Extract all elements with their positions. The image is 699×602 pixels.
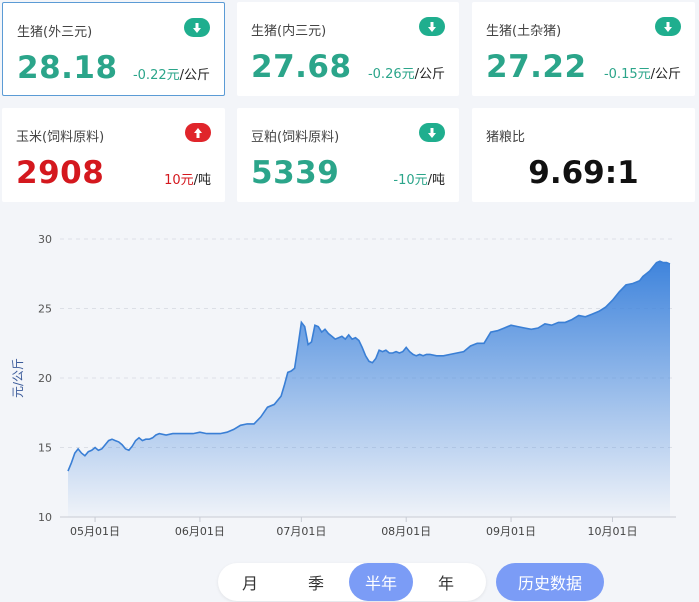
- y-tick-label: 10: [38, 511, 52, 524]
- arrow-down-circle-icon: [655, 17, 681, 36]
- card-change: -0.22元/公斤: [133, 64, 210, 83]
- change-unit: /公斤: [179, 68, 210, 83]
- change-unit: /吨: [427, 173, 445, 188]
- period-year-button[interactable]: 年: [414, 563, 478, 601]
- y-axis-label: 元/公斤: [11, 358, 25, 398]
- arrow-down-circle-icon: [419, 123, 445, 142]
- arrow-down-circle-icon: [184, 18, 210, 37]
- card-change: 10元/吨: [164, 169, 211, 188]
- price-card-corn[interactable]: 玉米(饲料原料) 2908 10元/吨: [2, 108, 225, 202]
- card-price: 28.18: [17, 50, 118, 86]
- period-month-button[interactable]: 月: [218, 563, 282, 601]
- x-tick-label: 07月01日: [276, 525, 326, 538]
- change-value: -0.15元: [603, 67, 651, 82]
- series-area: [68, 261, 670, 517]
- x-tick-label: 09月01日: [486, 525, 536, 538]
- x-tick-label: 08月01日: [381, 525, 431, 538]
- card-price: 27.22: [486, 49, 587, 85]
- card-change: -0.26元/公斤: [368, 63, 445, 82]
- x-tick-label: 10月01日: [588, 525, 638, 538]
- change-unit: /公斤: [414, 67, 445, 82]
- history-data-button[interactable]: 历史数据: [496, 563, 604, 601]
- y-tick-label: 25: [38, 303, 52, 316]
- change-unit: /吨: [193, 173, 211, 188]
- price-card-inner-three[interactable]: 生猪(内三元) 27.68 -0.26元/公斤: [237, 2, 459, 96]
- card-title: 玉米(饲料原料): [16, 130, 105, 145]
- price-trend-chart: 10 15 20 25 30 05月01日 06月01日 07月01日 08月01日 09月01…: [11, 233, 676, 538]
- price-card-mixed-pig[interactable]: 生猪(土杂猪) 27.22 -0.15元/公斤: [472, 2, 695, 96]
- card-price: 2908: [16, 155, 105, 191]
- y-tick-label: 15: [38, 442, 52, 455]
- arrow-up-circle-icon: [185, 123, 211, 142]
- card-change: -10元/吨: [393, 169, 445, 188]
- period-half-year-button[interactable]: 半年: [349, 563, 413, 601]
- change-unit: /公斤: [650, 67, 681, 82]
- period-selector: 月 季 半年 年: [218, 563, 486, 601]
- price-card-outer-three[interactable]: 生猪(外三元) 28.18 -0.22元/公斤: [2, 2, 225, 96]
- card-title: 生猪(内三元): [251, 24, 327, 39]
- card-change: -0.15元/公斤: [604, 63, 681, 82]
- x-axis-ticks: 05月01日 06月01日 07月01日 08月01日 09月01日 10月01日: [70, 517, 638, 538]
- change-value: 10元: [164, 173, 194, 188]
- period-quarter-button[interactable]: 季: [284, 563, 348, 601]
- change-value: -10元: [393, 173, 428, 188]
- x-tick-label: 06月01日: [175, 525, 225, 538]
- change-value: -0.26元: [367, 67, 415, 82]
- price-card-soybean-meal[interactable]: 豆粕(饲料原料) 5339 -10元/吨: [237, 108, 459, 202]
- change-value: -0.22元: [132, 68, 180, 83]
- card-price: 5339: [251, 155, 340, 191]
- card-price: 27.68: [251, 49, 352, 85]
- pig-grain-ratio-card[interactable]: 猪粮比 9.69:1: [472, 108, 695, 202]
- x-tick-label: 05月01日: [70, 525, 120, 538]
- card-title: 生猪(土杂猪): [486, 24, 562, 39]
- card-title: 猪粮比: [486, 130, 526, 145]
- y-tick-label: 30: [38, 233, 52, 246]
- y-tick-label: 20: [38, 372, 52, 385]
- arrow-down-circle-icon: [419, 17, 445, 36]
- card-title: 生猪(外三元): [17, 25, 93, 40]
- ratio-value: 9.69:1: [528, 155, 639, 191]
- card-title: 豆粕(饲料原料): [251, 130, 340, 145]
- y-axis-ticks: 10 15 20 25 30: [38, 233, 52, 524]
